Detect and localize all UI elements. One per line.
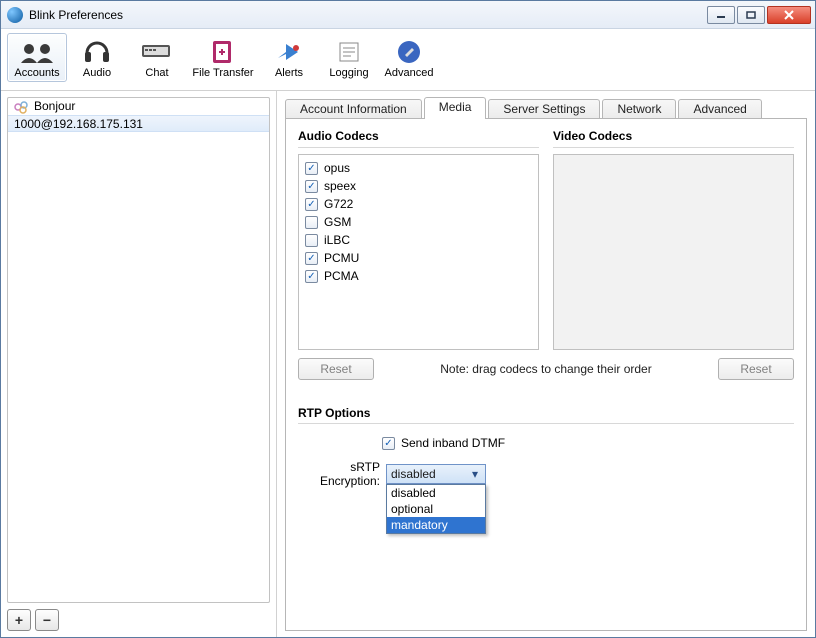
codec-speex[interactable]: ✓ speex	[305, 177, 532, 195]
chat-icon	[130, 37, 184, 67]
srtp-option-mandatory[interactable]: mandatory	[387, 517, 485, 533]
srtp-combo-wrap: disabled ▾ disabled optional mandatory	[386, 464, 486, 484]
codec-label: PCMA	[324, 269, 359, 283]
toolbar: Accounts Audio Chat File Transfer Alerts…	[1, 29, 815, 91]
codec-label: PCMU	[324, 251, 359, 265]
account-label: 1000@192.168.175.131	[14, 117, 143, 131]
window-buttons	[707, 6, 811, 24]
rtp-inband-row: ✓ Send inband DTMF	[382, 436, 794, 450]
maximize-icon	[746, 11, 756, 19]
accounts-list[interactable]: Bonjour 1000@192.168.175.131	[7, 97, 270, 603]
close-button[interactable]	[767, 6, 811, 24]
tabs: Account Information Media Server Setting…	[285, 97, 807, 119]
chevron-down-icon: ▾	[468, 467, 482, 481]
audio-codecs-title: Audio Codecs	[298, 129, 539, 143]
drag-note: Note: drag codecs to change their order	[374, 362, 718, 376]
srtp-value: disabled	[391, 467, 436, 481]
maximize-button[interactable]	[737, 6, 765, 24]
bonjour-icon	[14, 100, 28, 114]
checkbox-icon[interactable]: ✓	[305, 198, 318, 211]
app-icon	[7, 7, 23, 23]
audio-codecs-list[interactable]: ✓ opus ✓ speex ✓ G722 ✓ GSM ✓ iLBC ✓ PCMU ✓ PCM…	[298, 154, 539, 350]
filetransfer-icon	[190, 37, 256, 67]
video-codecs-section: Video Codecs	[553, 129, 794, 350]
sidebar: Bonjour 1000@192.168.175.131 + −	[1, 91, 277, 637]
plus-icon: +	[15, 612, 23, 628]
checkbox-icon[interactable]: ✓	[305, 216, 318, 229]
audio-codecs-section: Audio Codecs ✓ opus ✓ speex ✓ G722 ✓ GSM ✓ iL…	[298, 129, 539, 350]
toolbar-advanced[interactable]: Advanced	[379, 33, 439, 82]
tab-server-settings[interactable]: Server Settings	[488, 99, 600, 119]
toolbar-logging[interactable]: Logging	[319, 33, 379, 82]
tab-network[interactable]: Network	[602, 99, 676, 119]
srtp-dropdown: disabled optional mandatory	[386, 484, 486, 534]
toolbar-chat[interactable]: Chat	[127, 33, 187, 82]
account-label: Bonjour	[34, 98, 75, 115]
toolbar-label: Alerts	[262, 67, 316, 79]
codec-pcma[interactable]: ✓ PCMA	[305, 267, 532, 285]
remove-account-button[interactable]: −	[35, 609, 59, 631]
logging-icon	[322, 37, 376, 67]
codec-label: opus	[324, 161, 350, 175]
reset-row: Reset Note: drag codecs to change their …	[298, 358, 794, 380]
close-icon	[783, 10, 795, 20]
account-sip[interactable]: 1000@192.168.175.131	[8, 115, 269, 132]
codec-g722[interactable]: ✓ G722	[305, 195, 532, 213]
tab-media[interactable]: Media	[424, 97, 487, 119]
minimize-icon	[716, 11, 726, 19]
advanced-icon	[382, 37, 436, 67]
srtp-option-optional[interactable]: optional	[387, 501, 485, 517]
reset-audio-button[interactable]: Reset	[298, 358, 374, 380]
codec-label: G722	[324, 197, 353, 211]
content: Account Information Media Server Setting…	[277, 91, 815, 637]
srtp-label: sRTP Encryption:	[298, 460, 380, 488]
toolbar-audio[interactable]: Audio	[67, 33, 127, 82]
toolbar-label: Accounts	[10, 67, 64, 79]
codec-pcmu[interactable]: ✓ PCMU	[305, 249, 532, 267]
checkbox-icon[interactable]: ✓	[305, 162, 318, 175]
account-bonjour[interactable]: Bonjour	[8, 98, 269, 115]
video-codecs-list[interactable]	[553, 154, 794, 350]
window-title: Blink Preferences	[29, 8, 707, 22]
rtp-srtp-row: sRTP Encryption: disabled ▾ disabled opt…	[298, 460, 794, 488]
inband-dtmf-label: Send inband DTMF	[401, 436, 505, 450]
audio-icon	[70, 37, 124, 67]
toolbar-accounts[interactable]: Accounts	[7, 33, 67, 82]
accounts-icon	[10, 37, 64, 67]
reset-video-button[interactable]: Reset	[718, 358, 794, 380]
tab-advanced[interactable]: Advanced	[678, 99, 761, 119]
toolbar-label: Advanced	[382, 67, 436, 79]
tab-account-information[interactable]: Account Information	[285, 99, 422, 119]
srtp-option-disabled[interactable]: disabled	[387, 485, 485, 501]
codec-gsm[interactable]: ✓ GSM	[305, 213, 532, 231]
toolbar-label: Chat	[130, 67, 184, 79]
checkbox-icon[interactable]: ✓	[305, 180, 318, 193]
inband-dtmf-checkbox[interactable]: ✓	[382, 437, 395, 450]
toolbar-filetransfer[interactable]: File Transfer	[187, 33, 259, 82]
codec-opus[interactable]: ✓ opus	[305, 159, 532, 177]
titlebar: Blink Preferences	[1, 1, 815, 29]
codec-ilbc[interactable]: ✓ iLBC	[305, 231, 532, 249]
rtp-options-title: RTP Options	[298, 406, 794, 420]
toolbar-label: Audio	[70, 67, 124, 79]
codec-label: GSM	[324, 215, 351, 229]
video-codecs-title: Video Codecs	[553, 129, 794, 143]
checkbox-icon[interactable]: ✓	[305, 270, 318, 283]
toolbar-alerts[interactable]: Alerts	[259, 33, 319, 82]
codec-label: speex	[324, 179, 356, 193]
body: Bonjour 1000@192.168.175.131 + − Account…	[1, 91, 815, 637]
toolbar-label: Logging	[322, 67, 376, 79]
codec-label: iLBC	[324, 233, 350, 247]
add-account-button[interactable]: +	[7, 609, 31, 631]
minus-icon: −	[43, 612, 51, 628]
checkbox-icon[interactable]: ✓	[305, 234, 318, 247]
alerts-icon	[262, 37, 316, 67]
minimize-button[interactable]	[707, 6, 735, 24]
tab-panel-media: Audio Codecs ✓ opus ✓ speex ✓ G722 ✓ GSM ✓ iL…	[285, 118, 807, 631]
srtp-combo[interactable]: disabled ▾	[386, 464, 486, 484]
checkbox-icon[interactable]: ✓	[305, 252, 318, 265]
toolbar-label: File Transfer	[190, 67, 256, 79]
sidebar-buttons: + −	[7, 609, 270, 631]
